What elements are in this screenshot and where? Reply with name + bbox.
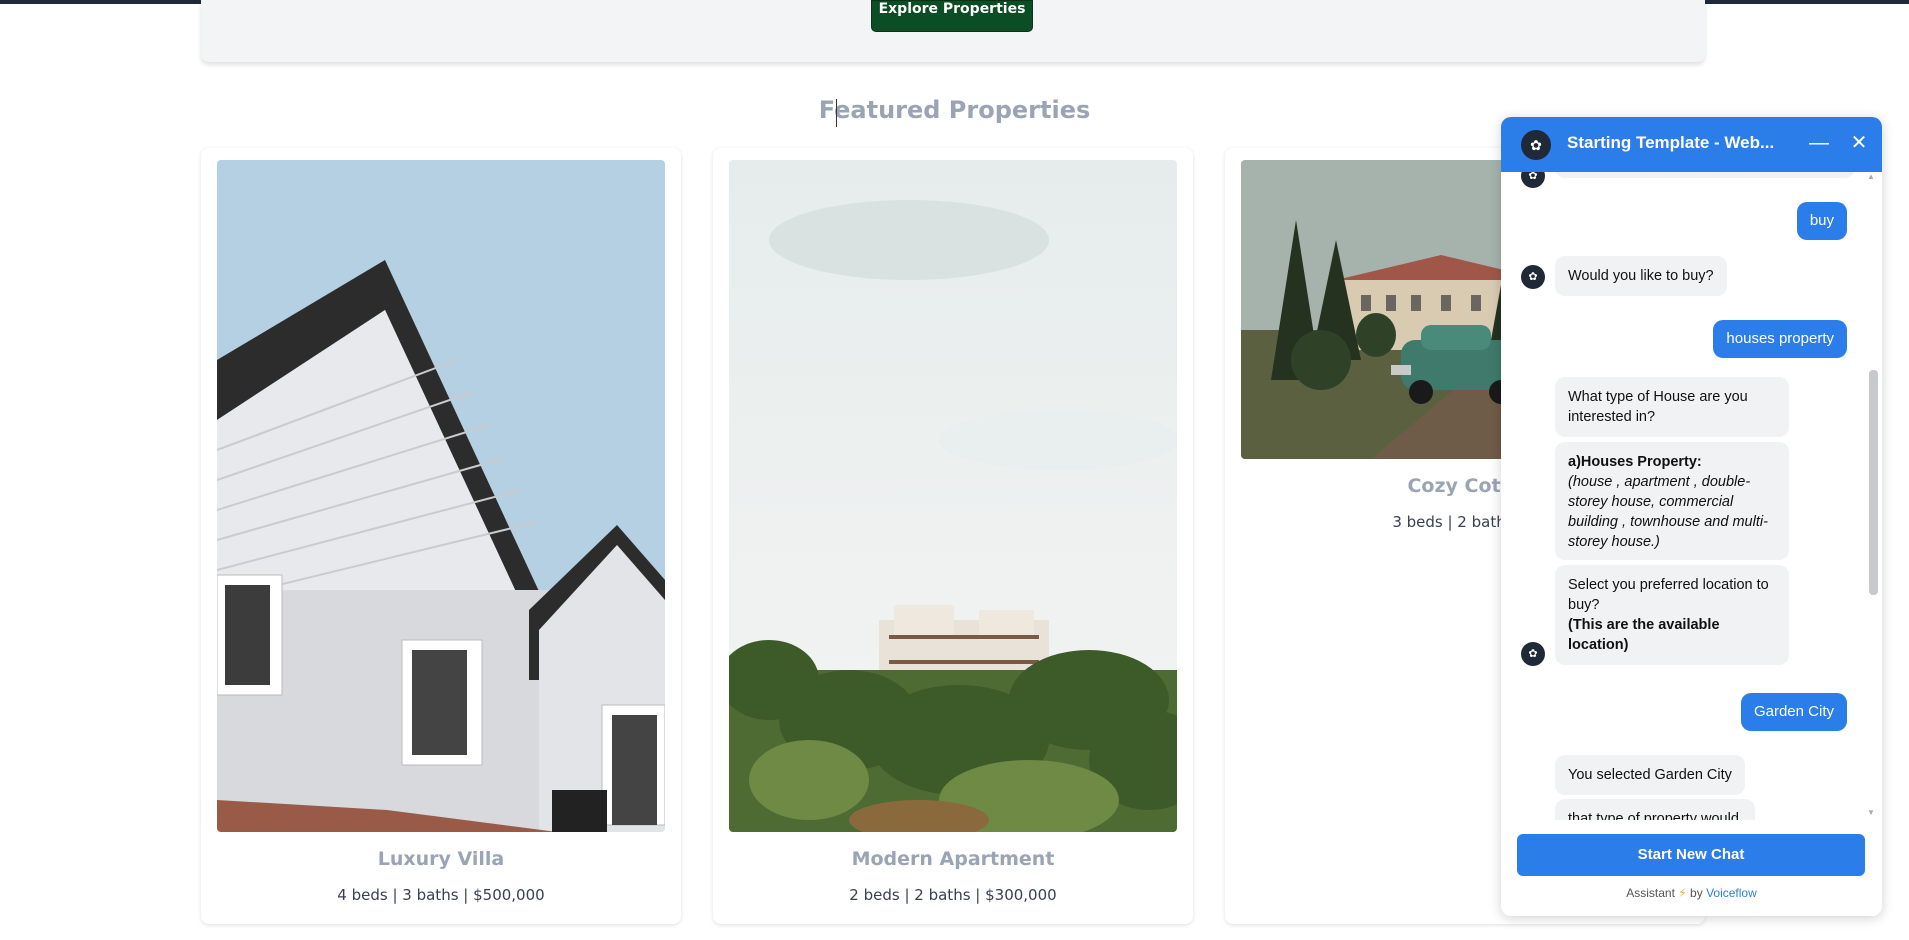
property-photo xyxy=(729,160,1177,832)
scroll-down-arrow-icon[interactable]: ▼ xyxy=(1867,808,1875,817)
chat-message-user: Garden City xyxy=(1740,693,1847,731)
message-bold: (This are the available location) xyxy=(1568,617,1720,653)
chat-message-bot: Select you preferred location to buy? (T… xyxy=(1555,565,1789,665)
chat-footer: Start New Chat Assistant ⚡ by Voiceflow xyxy=(1501,820,1882,916)
property-name: Modern Apartment xyxy=(851,848,1055,870)
chat-message-bot: Would you like to buy? xyxy=(1555,256,1727,296)
message-italic: (house , apartment , double-storey house… xyxy=(1568,474,1768,550)
chat-message-bot: What type of House are you interested in… xyxy=(1555,377,1789,437)
powered-prefix: Assistant xyxy=(1626,886,1675,900)
close-icon[interactable]: ✕ xyxy=(1847,129,1871,157)
assistant-logo-icon: ✿ xyxy=(1521,130,1551,160)
chat-message-bot xyxy=(1555,172,1855,178)
scrollbar-thumb[interactable] xyxy=(1869,370,1878,595)
chat-messages[interactable]: ✿ buy ✿ Would you like to buy? houses pr… xyxy=(1501,172,1882,820)
chat-header: ✿ Starting Template - Web... — ✕ xyxy=(1501,117,1882,172)
property-name: Luxury Villa xyxy=(377,848,505,870)
bot-avatar-icon: ✿ xyxy=(1521,265,1545,289)
property-card-luxury-villa[interactable]: Luxury Villa 4 beds | 3 baths | $500,000 xyxy=(201,148,681,924)
property-card-modern-apartment[interactable]: Modern Apartment 2 beds | 2 baths | $300… xyxy=(713,148,1193,924)
voiceflow-link[interactable]: Voiceflow xyxy=(1706,886,1757,900)
explore-properties-button[interactable]: Explore Properties xyxy=(871,0,1033,32)
chat-message-user: houses property xyxy=(1713,320,1847,358)
chat-message-bot: You selected Garden City xyxy=(1555,755,1745,795)
powered-by: Assistant ⚡ by Voiceflow xyxy=(1501,886,1882,900)
property-photo xyxy=(217,160,665,832)
powered-by-word: by xyxy=(1690,886,1703,900)
chat-widget[interactable]: ✿ Starting Template - Web... — ✕ ✿ buy ✿… xyxy=(1501,117,1882,916)
bot-avatar-icon: ✿ xyxy=(1521,172,1545,188)
property-details: 2 beds | 2 baths | $300,000 xyxy=(849,886,1057,904)
chat-message-bot: that type of property would xyxy=(1555,799,1755,820)
scrollbar[interactable] xyxy=(1868,180,1878,820)
bot-avatar-icon: ✿ xyxy=(1521,642,1545,666)
chat-message-user: buy xyxy=(1796,202,1847,240)
property-details: 4 beds | 3 baths | $500,000 xyxy=(337,886,545,904)
lightning-icon: ⚡ xyxy=(1678,886,1687,900)
text-cursor xyxy=(836,99,837,127)
message-text: Select you preferred location to buy? xyxy=(1568,577,1769,613)
minimize-icon[interactable]: — xyxy=(1807,129,1831,157)
chat-message-bot: a)Houses Property: (house , apartment , … xyxy=(1555,442,1789,560)
start-new-chat-button[interactable]: Start New Chat xyxy=(1517,834,1865,876)
chat-title: Starting Template - Web... xyxy=(1567,133,1775,152)
message-bold: a)Houses Property: xyxy=(1568,454,1702,470)
